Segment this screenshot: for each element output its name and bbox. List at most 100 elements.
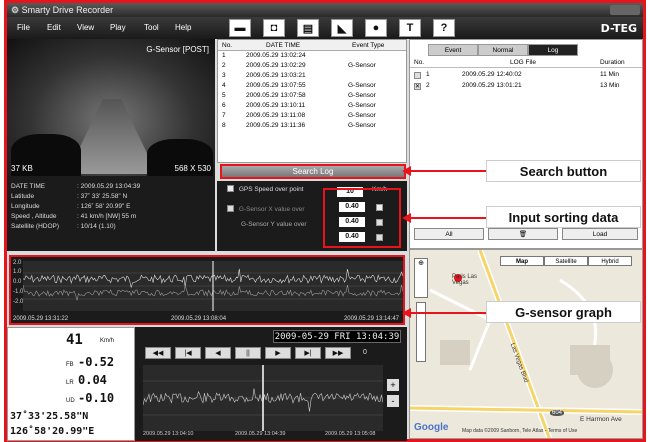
window-controls[interactable] (610, 5, 640, 15)
x-filter-row: G-Sensor X value over (227, 205, 305, 214)
list-item[interactable]: ✕ 2 2009.05.29 13:01:21 13 Min (410, 81, 642, 91)
speed-unit: Km/h (100, 338, 115, 344)
tab-normal[interactable]: Normal (478, 44, 528, 56)
y-filter-label: G-Sensor Y value over (241, 221, 307, 228)
route-shield-icon: 604 (550, 410, 565, 416)
disc-icon[interactable]: ● (365, 19, 387, 37)
x-filter-checkbox[interactable] (227, 205, 234, 212)
folder-icon[interactable]: ▬ (229, 19, 251, 37)
event-list: No. DATE TIME Event Type 1 2009.05.29 13:… (217, 39, 407, 163)
table-row[interactable]: 8 2009.05.29 13:11:36 G-Sensor (218, 121, 406, 131)
map-canvas (410, 250, 642, 438)
latitude-readout: 37˚33'25.58"N (10, 411, 89, 422)
header-no[interactable]: No. (414, 57, 424, 68)
previous-button[interactable]: |◀ (175, 347, 201, 359)
play-button[interactable]: ▶ (265, 347, 291, 359)
video-channel-label: G-Sensor [POST] (146, 45, 209, 54)
next-button[interactable]: ▶| (295, 347, 321, 359)
speed-filter-row: ✓ GPS Speed over point (227, 185, 304, 194)
header-no[interactable]: No. (222, 40, 232, 51)
brand-logo: D-TEG (600, 22, 637, 35)
table-row[interactable]: 4 2009.05.29 13:07:55 G-Sensor (218, 81, 406, 91)
table-row[interactable]: 1 2009.05.29 13:02:24 (218, 51, 406, 61)
map-view[interactable]: Map Satellite Hybrid ⊕ Paris Las Vegas L… (409, 249, 643, 439)
header-log-file[interactable]: LOG File (510, 57, 536, 68)
camera-icon[interactable]: ◘ (263, 19, 285, 37)
info-row: Speed , Altitude: 41 km/h [NW] 55 m (11, 213, 137, 220)
app-logo-icon: ⚙ (11, 5, 22, 15)
log-row-checkbox[interactable] (414, 72, 421, 79)
table-row[interactable]: 5 2009.05.29 13:07:58 G-Sensor (218, 91, 406, 101)
ud-value: -0.10 (78, 391, 115, 405)
map-type-hybrid[interactable]: Hybrid (588, 256, 632, 266)
map-zoom-slider[interactable] (416, 302, 426, 362)
table-row[interactable]: 6 2009.05.29 13:10:11 G-Sensor (218, 101, 406, 111)
header-datetime[interactable]: DATE TIME (266, 40, 300, 51)
menu-help[interactable]: Help (175, 23, 191, 32)
list-item[interactable]: 1 2009.05.29 12:40:02 11 Min (410, 70, 642, 80)
menu-edit[interactable]: Edit (47, 23, 61, 32)
g-sensor-graph[interactable]: 2.0 1.0 0.0 -1.0 -2.0 2009.05.29 13:31:2… (9, 255, 405, 325)
pin-icon[interactable]: T (399, 19, 421, 37)
menu-play[interactable]: Play (110, 23, 126, 32)
tab-log[interactable]: Log (528, 44, 578, 56)
rewind-fast-button[interactable]: ◀◀ (145, 347, 171, 359)
info-row: Longitude: 126˚ 58' 20.99" E (11, 203, 131, 210)
mini-g-graph[interactable] (143, 365, 383, 431)
graph-end-time: 2009.05.29 13:14:47 (343, 316, 399, 322)
lr-value: 0.04 (78, 373, 107, 387)
help-icon[interactable]: ? (433, 19, 455, 37)
load-button[interactable]: Load (562, 228, 638, 240)
log-list-header: No. LOG File Duration (410, 57, 642, 68)
playback-speed: 0 (363, 349, 367, 356)
forward-fast-button[interactable]: ▶▶ (325, 347, 351, 359)
menu-tool[interactable]: Tool (144, 23, 159, 32)
speed-filter-checkbox[interactable]: ✓ (227, 185, 234, 194)
y-tick: 0.0 (13, 279, 22, 285)
zoom-out-button[interactable]: - (387, 395, 399, 407)
arrow-head-icon (402, 166, 411, 176)
zoom-in-button[interactable]: + (387, 379, 399, 391)
video-size-label: 37 KB (11, 164, 33, 173)
y-tick: -1.0 (13, 289, 24, 295)
graph-start-time: 2009.05.29 13:31:22 (13, 316, 69, 322)
menu-view[interactable]: View (77, 23, 94, 32)
mini-start-time: 2009.05.29 13:04:10 (143, 431, 194, 437)
menu-file[interactable]: File (17, 23, 30, 32)
callout-search: Search button (486, 160, 641, 182)
table-row[interactable]: 7 2009.05.29 13:11:08 G-Sensor (218, 111, 406, 121)
lr-label: LR (66, 380, 74, 386)
arrow-graph (410, 312, 488, 314)
header-duration[interactable]: Duration (600, 57, 625, 68)
speed-panel: 41 Km/h FB -0.52 LR 0.04 UD -0.10 37˚33'… (7, 327, 135, 441)
map-copyright[interactable]: Map data ©2009 Sanborn, Tele Atlas - Ter… (462, 428, 577, 434)
x-filter-label: G-Sensor X value over (238, 206, 305, 214)
print-icon[interactable]: ▤ (297, 19, 319, 37)
video-view[interactable]: G-Sensor [POST] 37 KB 568 X 530 (7, 39, 215, 176)
table-row[interactable]: 3 2009.05.29 13:03:21 (218, 71, 406, 81)
arrow-head-icon (402, 308, 411, 318)
map-pan-control[interactable]: ⊕ (414, 258, 428, 298)
gps-info-panel: DATE TIME: 2009.05.29 13:04:39 Latitude:… (7, 176, 215, 251)
rewind-button[interactable]: ◀ (205, 347, 231, 359)
longitude-readout: 126˚58'20.99"E (10, 426, 95, 437)
search-log-button[interactable]: Search Log (220, 164, 406, 179)
callout-graph: G-sensor graph (486, 301, 641, 323)
graph-mid-time: 2009.05.29 13:08:04 (171, 316, 227, 322)
header-event-type[interactable]: Event Type (352, 40, 384, 51)
pause-button[interactable]: || (235, 347, 261, 359)
map-type-map[interactable]: Map (500, 256, 544, 266)
y-tick: 2.0 (13, 260, 22, 266)
menu-bar: File Edit View Play Tool Help ▬ ◘ ▤ ◣ ● … (7, 17, 643, 39)
speed-value: 41 (66, 332, 83, 348)
flag-icon[interactable]: ◣ (331, 19, 353, 37)
tab-event[interactable]: Event (428, 44, 478, 56)
input-sorting-highlight (323, 188, 401, 248)
table-row[interactable]: 2 2009.05.29 13:02:29 G-Sensor (218, 61, 406, 71)
log-row-checkbox[interactable]: ✕ (414, 83, 421, 90)
select-all-button[interactable]: All (414, 228, 484, 240)
map-type-satellite[interactable]: Satellite (544, 256, 588, 266)
y-tick: 1.0 (13, 269, 22, 275)
info-row: Latitude: 37˚ 33' 25.58" N (11, 193, 128, 200)
delete-icon[interactable]: 🗑 (488, 228, 558, 240)
